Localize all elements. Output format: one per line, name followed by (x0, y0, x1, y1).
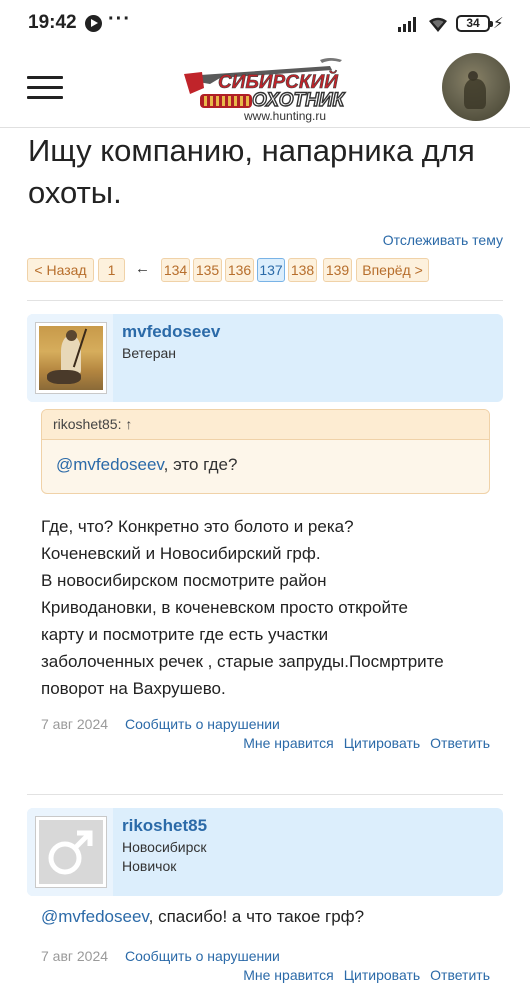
author-username[interactable]: mvfedoseev (122, 322, 220, 342)
post-line: заболоченных речек , старые запруды.Посм… (41, 652, 444, 671)
post-date[interactable]: 7 авг 2024 (41, 716, 108, 732)
post-body: Где, что? Конкретно это болото и река? К… (41, 513, 501, 702)
pagination-gap: ← (135, 260, 150, 277)
divider (27, 794, 503, 795)
post-body: @mvfedoseev, спасибо! а что такое грф? (41, 903, 501, 930)
quote-text: @mvfedoseev, это где? (42, 440, 489, 475)
page-137-current: 137 (257, 258, 285, 282)
menu-icon[interactable] (27, 76, 63, 100)
author-location: Новосибирск (122, 839, 207, 855)
page-135-button[interactable]: 135 (193, 258, 222, 282)
author-avatar[interactable] (35, 322, 107, 394)
report-link[interactable]: Сообщить о нарушении (125, 716, 280, 732)
screen-record-icon (85, 15, 102, 32)
avatar-frame (27, 808, 113, 896)
logo-line2: ОХОТНИК (252, 90, 345, 111)
page-139-button[interactable]: 139 (323, 258, 352, 282)
post-actions: Мне нравится Цитировать Ответить (233, 735, 490, 751)
quote-content: , это где? (163, 455, 238, 474)
post-actions: Мне нравится Цитировать Ответить (233, 967, 490, 983)
post-line: карту и посмотрите где есть участки (41, 625, 329, 644)
male-avatar-icon (48, 830, 93, 875)
post-line: , спасибо! а что такое грф? (148, 907, 365, 926)
post-date[interactable]: 7 авг 2024 (41, 948, 108, 964)
reply-link[interactable]: Ответить (430, 967, 490, 983)
quote-author[interactable]: rikoshet85: ↑ (42, 410, 489, 440)
avatar-frame (27, 314, 113, 402)
mention-link[interactable]: @mvfedoseev (56, 455, 164, 474)
post-line: поворот на Вахрушево. (41, 679, 226, 698)
next-page-button[interactable]: Вперёд > (356, 258, 429, 282)
post-line: В новосибирском посмотрите район (41, 571, 327, 590)
track-thread-link[interactable]: Отслеживать тему (383, 232, 503, 248)
battery-icon: 34 (456, 15, 493, 32)
page-1-button[interactable]: 1 (98, 258, 125, 282)
status-time: 19:42 (28, 12, 77, 33)
page-134-button[interactable]: 134 (161, 258, 190, 282)
author-avatar[interactable] (35, 816, 107, 888)
quote-link[interactable]: Цитировать (344, 967, 420, 983)
quote-block: rikoshet85: ↑ @mvfedoseev, это где? (41, 409, 490, 494)
quote-link[interactable]: Цитировать (344, 735, 420, 751)
reply-link[interactable]: Ответить (430, 735, 490, 751)
mention-link[interactable]: @mvfedoseev (41, 907, 149, 926)
post-line: Где, что? Конкретно это болото и река? (41, 517, 354, 536)
like-link[interactable]: Мне нравится (243, 735, 333, 751)
page-136-button[interactable]: 136 (225, 258, 254, 282)
site-logo[interactable]: СИБИРСКИЙ ОХОТНИК www.hunting.ru (180, 54, 348, 124)
post-author-bar: mvfedoseev Ветеран (27, 314, 503, 402)
charging-icon: ⚡ (493, 15, 504, 32)
prev-page-button[interactable]: < Назад (27, 258, 94, 282)
page-title: Ищу компанию, напарника для охоты. (28, 133, 475, 210)
signal-icon (398, 16, 420, 32)
logo-url: www.hunting.ru (243, 109, 326, 123)
status-bar: 19:42 ··· 34 ⚡ (0, 0, 530, 48)
page-138-button[interactable]: 138 (288, 258, 317, 282)
more-notifications-icon: ··· (108, 8, 131, 30)
like-link[interactable]: Мне нравится (243, 967, 333, 983)
site-header: СИБИРСКИЙ ОХОТНИК www.hunting.ru (0, 48, 530, 128)
author-rank: Ветеран (122, 345, 177, 361)
post-line: Коченевский и Новосибирский грф. (41, 544, 321, 563)
user-avatar[interactable] (442, 53, 510, 121)
post-line: Криводановки, в коченевском просто откро… (41, 598, 409, 617)
author-rank: Новичок (122, 858, 177, 874)
report-link[interactable]: Сообщить о нарушении (125, 948, 280, 964)
wifi-icon (429, 17, 447, 32)
post-author-bar: rikoshet85 Новосибирск Новичок (27, 808, 503, 896)
divider (27, 300, 503, 301)
author-username[interactable]: rikoshet85 (122, 816, 207, 836)
